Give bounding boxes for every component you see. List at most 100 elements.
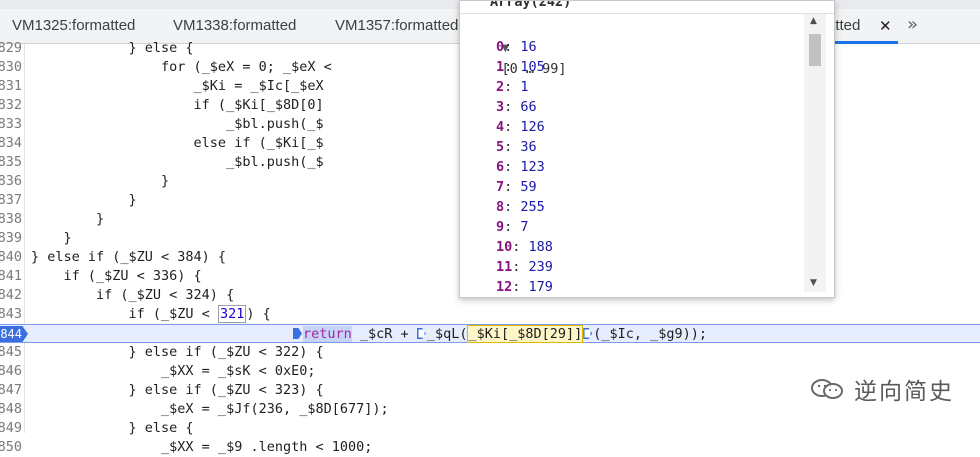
- array-index: 9: [496, 219, 505, 235]
- line-number[interactable]: 832: [0, 96, 22, 115]
- array-index: 10: [496, 239, 513, 255]
- line-number[interactable]: 838: [0, 210, 22, 229]
- line-number[interactable]: 831: [0, 77, 22, 96]
- separator: :: [512, 279, 529, 295]
- tab-vm1338[interactable]: VM1338:formatted: [173, 17, 296, 34]
- array-index: 8: [496, 199, 505, 215]
- separator: :: [504, 79, 521, 95]
- array-element-row[interactable]: 8: 255: [496, 197, 545, 217]
- execution-pointer-icon[interactable]: 844: [0, 326, 28, 342]
- code-text: _$bl.push(_$: [31, 154, 324, 170]
- code-text: return _$cR + _$qL(_$Ki[_$8D[29]] (_$Ic, …: [293, 325, 707, 344]
- code-line[interactable]: 845 } else if (_$ZU < 322) {: [0, 343, 980, 362]
- code-segment: ) {: [246, 306, 271, 322]
- code-text: _$bl.push(_$: [31, 116, 324, 132]
- line-number[interactable]: 834: [0, 134, 22, 153]
- line-number[interactable]: 848: [0, 400, 22, 419]
- line-number[interactable]: 842: [0, 286, 22, 305]
- array-value: 1: [520, 79, 529, 95]
- line-number[interactable]: 849: [0, 419, 22, 438]
- array-element-row[interactable]: 11: 239: [496, 257, 553, 277]
- code-line[interactable]: 849 } else {: [0, 419, 980, 438]
- line-number[interactable]: 850: [0, 438, 22, 457]
- code-line[interactable]: 843 if (_$ZU < 321) {: [0, 305, 980, 324]
- array-value: 66: [520, 99, 537, 115]
- line-number[interactable]: 835: [0, 153, 22, 172]
- line-number[interactable]: 840: [0, 248, 22, 267]
- separator: :: [504, 159, 521, 175]
- array-element-row[interactable]: 10: 188: [496, 237, 553, 257]
- hovered-expression[interactable]: _$Ki[_$8D[29]]: [467, 325, 584, 343]
- line-number[interactable]: 846: [0, 362, 22, 381]
- code-text: } else if (_$ZU < 384) {: [31, 249, 227, 265]
- more-tabs-icon[interactable]: »: [907, 14, 918, 35]
- array-index: 6: [496, 159, 505, 175]
- array-range-toggle[interactable]: ▼ [0 … 99]: [469, 17, 567, 77]
- array-element-row[interactable]: 3: 66: [496, 97, 537, 117]
- line-number[interactable]: 844: [0, 326, 22, 342]
- array-element-row[interactable]: 9: 7: [496, 217, 529, 237]
- line-number[interactable]: 839: [0, 229, 22, 248]
- line-number[interactable]: 829: [0, 39, 22, 58]
- code-segment: if (_$ZU <: [31, 306, 218, 322]
- array-element-row[interactable]: 7: 59: [496, 177, 537, 197]
- array-element-row[interactable]: 12: 179: [496, 277, 553, 297]
- separator: :: [504, 219, 521, 235]
- tab-vm1357[interactable]: VM1357:formatted: [335, 17, 458, 34]
- execution-line[interactable]: 844 return _$cR + _$qL(_$Ki[_$8D[29]] (_$I…: [0, 324, 980, 343]
- line-number[interactable]: 837: [0, 191, 22, 210]
- tab-vm1325[interactable]: VM1325:formatted: [12, 17, 135, 34]
- array-element-row[interactable]: 2: 1: [496, 77, 529, 97]
- line-number[interactable]: 841: [0, 267, 22, 286]
- code-text: if (_$ZU < 321) {: [31, 305, 271, 324]
- array-value: 188: [528, 239, 553, 255]
- separator: :: [504, 199, 521, 215]
- code-line[interactable]: 850 _$XX = _$9 .length < 1000;: [0, 438, 980, 457]
- array-element-row[interactable]: 1: 105: [496, 57, 545, 77]
- code-text: else if (_$Ki[_$: [31, 135, 324, 151]
- array-index: 2: [496, 79, 505, 95]
- code-text: if (_$ZU < 324) {: [31, 287, 235, 303]
- array-index: 7: [496, 179, 505, 195]
- return-keyword: return: [303, 326, 352, 342]
- code-text: }: [31, 192, 137, 208]
- line-number[interactable]: 845: [0, 343, 22, 362]
- array-element-row[interactable]: 4: 126: [496, 117, 545, 137]
- code-text: _$eX = _$Jf(236, _$8D[677]);: [31, 401, 389, 417]
- array-index: 4: [496, 119, 505, 135]
- scrollbar-thumb[interactable]: [809, 34, 821, 66]
- separator: :: [504, 59, 521, 75]
- code-text: if (_$ZU < 336) {: [31, 268, 202, 284]
- array-value: 59: [520, 179, 537, 195]
- inline-breakpoint-icon[interactable]: [583, 328, 593, 339]
- line-number[interactable]: 830: [0, 58, 22, 77]
- array-value: 105: [520, 59, 545, 75]
- array-value: 179: [528, 279, 553, 295]
- line-number[interactable]: 843: [0, 305, 22, 324]
- watermark-text: 逆向简史: [854, 379, 954, 405]
- line-number[interactable]: 836: [0, 172, 22, 191]
- array-element-row[interactable]: 6: 123: [496, 157, 545, 177]
- scroll-down-arrow-icon[interactable]: ▼: [810, 278, 817, 288]
- wechat-logo-icon: [811, 379, 843, 399]
- popover-scrollbar[interactable]: ▲ ▼: [804, 14, 826, 292]
- number-literal: 321: [217, 305, 247, 323]
- array-index: 11: [496, 259, 513, 275]
- array-index: 3: [496, 99, 505, 115]
- line-number[interactable]: 833: [0, 115, 22, 134]
- code-text: }: [31, 230, 72, 246]
- close-tab-icon[interactable]: ✕: [879, 17, 892, 35]
- separator: :: [504, 179, 521, 195]
- separator: :: [504, 99, 521, 115]
- array-index: 5: [496, 139, 505, 155]
- code-text: } else {: [31, 40, 194, 56]
- array-index: 0: [496, 39, 505, 55]
- inline-breakpoint-icon[interactable]: [293, 328, 302, 339]
- separator: :: [504, 39, 521, 55]
- code-segment: _$qL(: [426, 326, 468, 342]
- array-element-row[interactable]: 0: 16: [496, 37, 537, 57]
- inline-breakpoint-icon[interactable]: [416, 328, 426, 339]
- line-number[interactable]: 847: [0, 381, 22, 400]
- scroll-up-arrow-icon[interactable]: ▲: [810, 16, 817, 26]
- array-element-row[interactable]: 5: 36: [496, 137, 537, 157]
